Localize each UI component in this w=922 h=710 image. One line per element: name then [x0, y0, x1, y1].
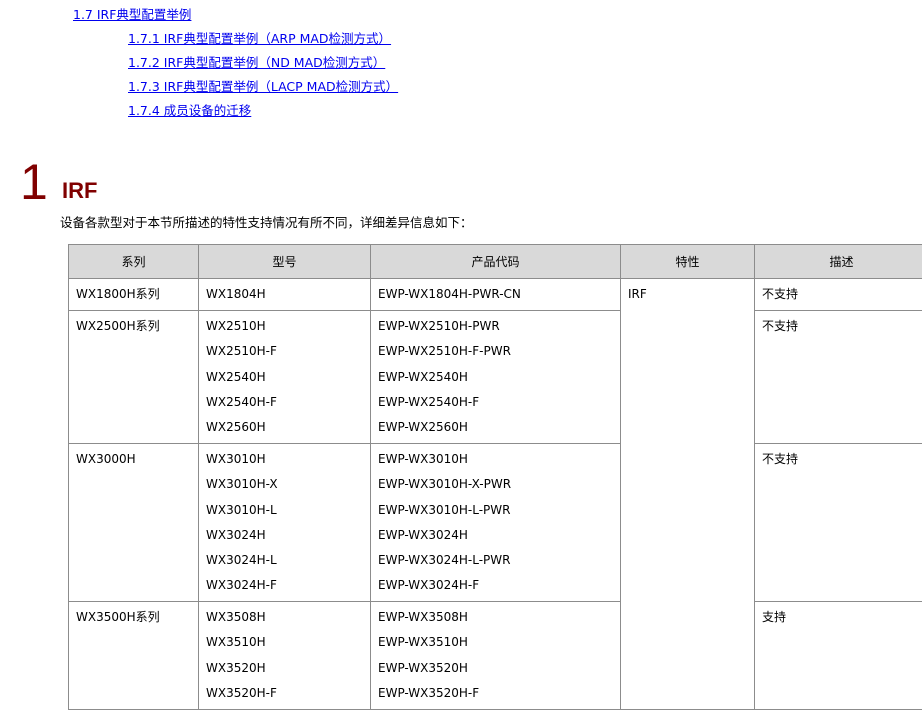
- product-code-cell: EWP-WX3508HEWP-WX3510HEWP-WX3520HEWP-WX3…: [371, 602, 621, 710]
- model-cell-line: WX3508H: [206, 608, 363, 633]
- model-cell-line: WX3024H: [206, 526, 363, 551]
- toc-link-1-7-1[interactable]: 1.7.1 IRF典型配置举例（ARP MAD检测方式）: [128, 28, 391, 47]
- feature-cell: IRF: [621, 279, 755, 710]
- model-cell-line: WX2540H-F: [206, 393, 363, 418]
- model-cell-line: WX3010H-X: [206, 475, 363, 500]
- toc-link-1-7-3[interactable]: 1.7.3 IRF典型配置举例（LACP MAD检测方式）: [128, 76, 398, 95]
- description-cell: 不支持: [755, 279, 922, 311]
- header-description: 描述: [755, 245, 922, 279]
- toc-link-1-7-4[interactable]: 1.7.4 成员设备的迁移: [128, 100, 251, 119]
- series-cell-line: WX1800H系列: [76, 285, 191, 310]
- model-cell-line: WX3510H: [206, 633, 363, 658]
- product-code-cell-line: EWP-WX3510H: [378, 633, 613, 658]
- product-code-cell-line: EWP-WX3024H: [378, 526, 613, 551]
- description-cell: 不支持: [755, 311, 922, 444]
- model-cell-line: WX3520H-F: [206, 684, 363, 709]
- model-cell-line: WX3010H: [206, 450, 363, 475]
- model-cell: WX1804H: [199, 279, 371, 311]
- model-cell-line: WX1804H: [206, 285, 363, 310]
- header-model: 型号: [199, 245, 371, 279]
- description-cell: 支持: [755, 602, 922, 710]
- chapter-title: IRF: [62, 178, 97, 204]
- model-cell: WX3010HWX3010H-XWX3010H-LWX3024HWX3024H-…: [199, 444, 371, 602]
- series-cell: WX3500H系列: [69, 602, 199, 710]
- support-table: 系列 型号 产品代码 特性 描述 WX1800H系列 WX1804H EWP-WX1…: [68, 244, 922, 710]
- table-row: WX3500H系列WX3508HWX3510HWX3520HWX3520H-FE…: [69, 602, 922, 710]
- toc-link-1-7[interactable]: 1.7 IRF典型配置举例: [73, 4, 191, 23]
- product-code-cell-line: EWP-WX2510H-PWR: [378, 317, 613, 342]
- description-cell-line: 支持: [762, 608, 921, 633]
- model-cell-line: WX3024H-F: [206, 576, 363, 601]
- table-row: WX3000HWX3010HWX3010H-XWX3010H-LWX3024HW…: [69, 444, 922, 602]
- series-cell: WX3000H: [69, 444, 199, 602]
- product-code-cell: EWP-WX2510H-PWREWP-WX2510H-F-PWREWP-WX25…: [371, 311, 621, 444]
- product-code-cell: EWP-WX3010HEWP-WX3010H-X-PWREWP-WX3010H-…: [371, 444, 621, 602]
- product-code-cell-line: EWP-WX2540H-F: [378, 393, 613, 418]
- product-code-cell-line: EWP-WX3010H-X-PWR: [378, 475, 613, 500]
- header-product-code: 产品代码: [371, 245, 621, 279]
- model-cell-line: WX3024H-L: [206, 551, 363, 576]
- series-cell-line: WX2500H系列: [76, 317, 191, 342]
- table-header-row: 系列 型号 产品代码 特性 描述: [69, 245, 922, 279]
- product-code-cell-line: EWP-WX2540H: [378, 368, 613, 393]
- table-row: WX1800H系列 WX1804H EWP-WX1804H-PWR-CN IRF 不支持: [69, 279, 922, 311]
- table-row: WX2500H系列 WX2510HWX2510H-FWX2540HWX2540H-…: [69, 311, 922, 444]
- feature-cell-line: IRF: [628, 285, 747, 310]
- model-cell: WX2510HWX2510H-FWX2540HWX2540H-FWX2560H: [199, 311, 371, 444]
- model-cell-line: WX2510H-F: [206, 342, 363, 367]
- product-code-cell-line: EWP-WX1804H-PWR-CN: [378, 285, 613, 310]
- toc-link-1-7-2[interactable]: 1.7.2 IRF典型配置举例（ND MAD检测方式）: [128, 52, 385, 71]
- product-code-cell: EWP-WX1804H-PWR-CN: [371, 279, 621, 311]
- model-cell-line: WX3010H-L: [206, 501, 363, 526]
- series-cell: WX2500H系列: [69, 311, 199, 444]
- product-code-cell-line: EWP-WX2560H: [378, 418, 613, 443]
- series-cell-line: WX3000H: [76, 450, 191, 475]
- model-cell: WX3508HWX3510HWX3520HWX3520H-F: [199, 602, 371, 710]
- chapter-number: 1: [20, 152, 48, 212]
- product-code-cell-line: EWP-WX2510H-F-PWR: [378, 342, 613, 367]
- product-code-cell-line: EWP-WX3520H: [378, 659, 613, 684]
- product-code-cell-line: EWP-WX3508H: [378, 608, 613, 633]
- description-cell-line: 不支持: [762, 450, 921, 475]
- description-cell: 不支持: [755, 444, 922, 602]
- chapter-intro: 设备各款型对于本节所描述的特性支持情况有所不同，详细差异信息如下：: [60, 212, 473, 231]
- series-cell: WX1800H系列: [69, 279, 199, 311]
- product-code-cell-line: EWP-WX3520H-F: [378, 684, 613, 709]
- model-cell-line: WX2560H: [206, 418, 363, 443]
- model-cell-line: WX2510H: [206, 317, 363, 342]
- header-feature: 特性: [621, 245, 755, 279]
- product-code-cell-line: EWP-WX3010H: [378, 450, 613, 475]
- model-cell-line: WX3520H: [206, 659, 363, 684]
- product-code-cell-line: EWP-WX3024H-F: [378, 576, 613, 601]
- product-code-cell-line: EWP-WX3024H-L-PWR: [378, 551, 613, 576]
- product-code-cell-line: EWP-WX3010H-L-PWR: [378, 501, 613, 526]
- model-cell-line: WX2540H: [206, 368, 363, 393]
- header-series: 系列: [69, 245, 199, 279]
- description-cell-line: 不支持: [762, 285, 921, 310]
- description-cell-line: 不支持: [762, 317, 921, 342]
- series-cell-line: WX3500H系列: [76, 608, 191, 633]
